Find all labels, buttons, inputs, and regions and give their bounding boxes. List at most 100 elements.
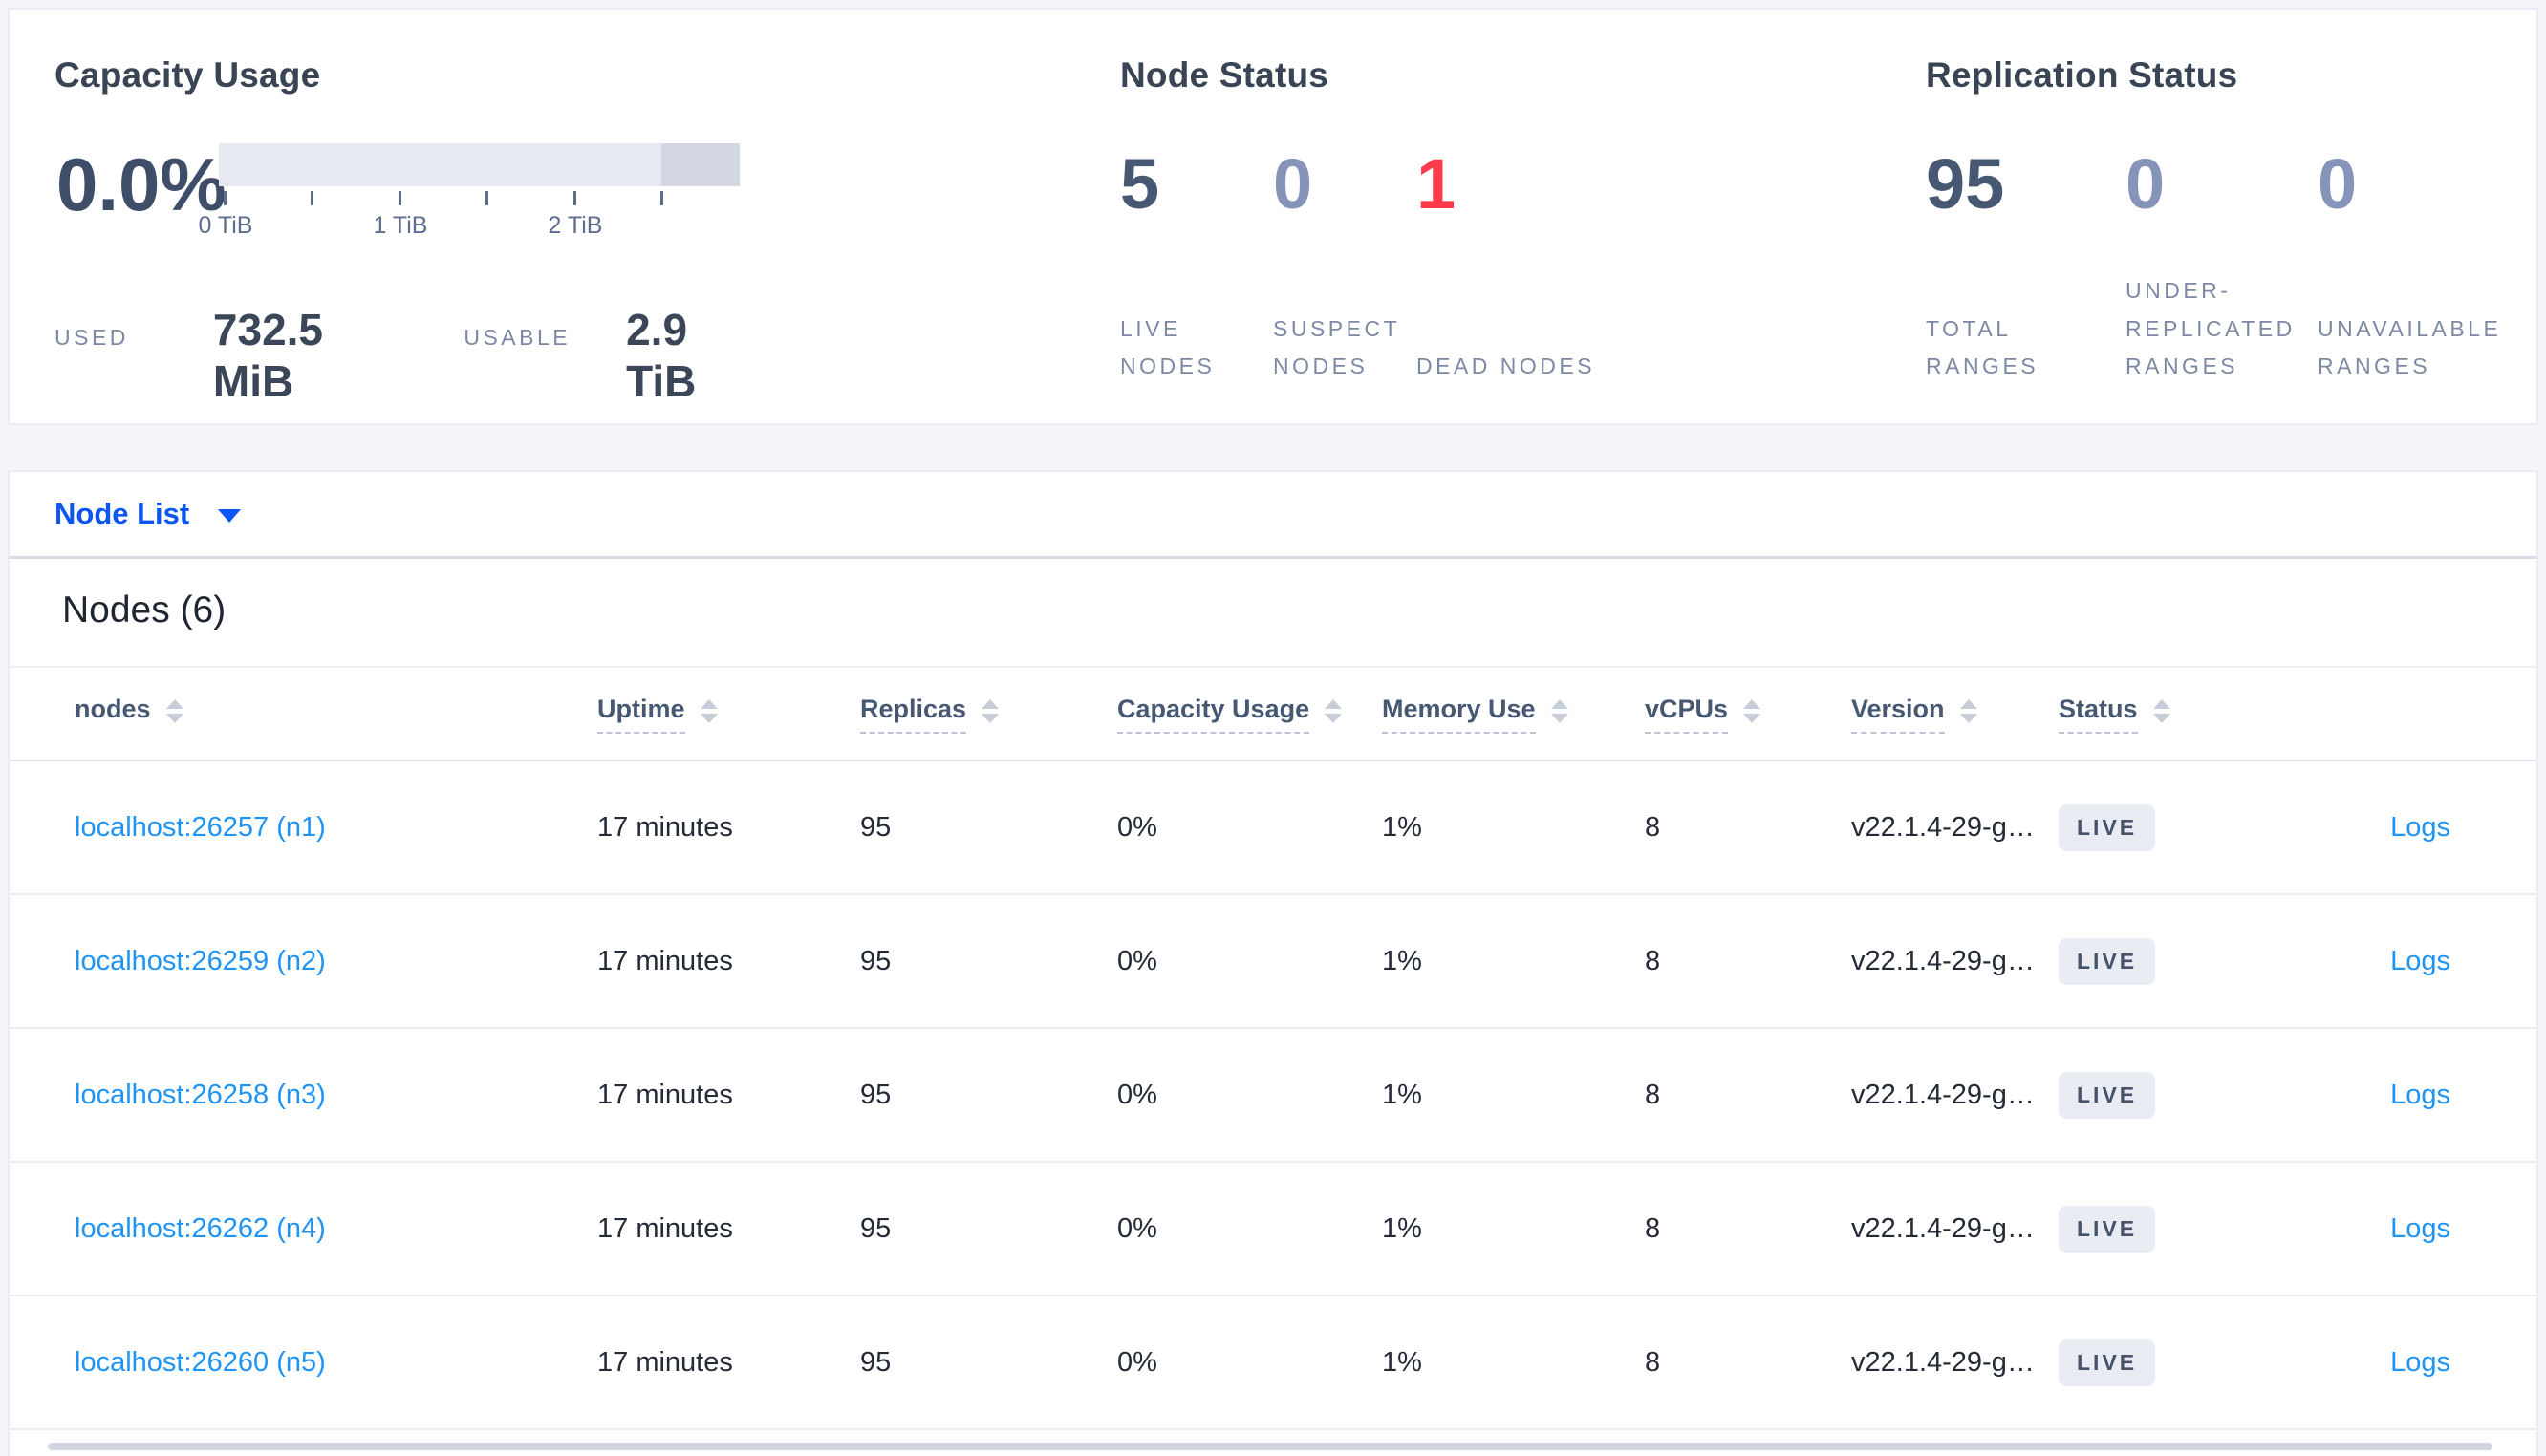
uptime-cell: 17 minutes	[597, 945, 733, 976]
status-badge: LIVE	[2059, 1338, 2156, 1386]
view-selector-bar: Node List	[8, 470, 2538, 559]
node-link[interactable]: localhost:26262 (n4)	[75, 1213, 326, 1244]
status-badge: LIVE	[2059, 937, 2156, 985]
used-label: USED	[54, 325, 129, 350]
node-link[interactable]: localhost:26260 (n5)	[75, 1347, 326, 1378]
logs-link[interactable]: Logs	[2390, 946, 2450, 976]
capacity-usage-section: Capacity Usage 0.0% 0 TiB 1 TiB 2 TiB US…	[54, 55, 819, 407]
capacity-usage-cell: 0%	[1117, 1212, 1157, 1244]
horizontal-scrollbar[interactable]	[48, 1443, 2492, 1450]
sort-icon	[165, 698, 183, 723]
total-ranges-value: 95	[1926, 144, 2005, 224]
nodes-title: Nodes (6)	[62, 589, 227, 631]
axis-tick	[573, 191, 576, 205]
capacity-gauge: 0.0% 0 TiB 1 TiB 2 TiB	[54, 143, 819, 243]
used-value: 732.5 MiB	[212, 305, 324, 406]
capacity-percent: 0.0%	[56, 142, 227, 226]
node-link[interactable]: localhost:26259 (n2)	[75, 946, 326, 976]
axis-label: 1 TiB	[373, 212, 428, 239]
sort-icon	[1743, 698, 1761, 723]
replicas-cell: 95	[860, 811, 892, 843]
column-header-nodes[interactable]: nodes	[75, 695, 597, 734]
vcpus-cell: 8	[1645, 811, 1661, 843]
sort-icon	[2152, 698, 2170, 723]
unavailable-ranges-value: 0	[2318, 144, 2358, 224]
column-header-uptime[interactable]: Uptime	[597, 695, 860, 734]
capacity-usage-title: Capacity Usage	[54, 55, 321, 95]
cluster-overview-page: Capacity Usage 0.0% 0 TiB 1 TiB 2 TiB US…	[0, 0, 2546, 1456]
column-header-memory-use[interactable]: Memory Use	[1382, 695, 1645, 734]
live-nodes-label: LIVE NODES	[1120, 315, 1216, 379]
column-header-replicas[interactable]: Replicas	[860, 695, 1117, 734]
axis-tick	[660, 191, 663, 205]
table-row: localhost:26258 (n3) 17 minutes 95 0% 1%…	[10, 1029, 2536, 1163]
node-status-section: Node Status 5 LIVE NODES 0 SUSPECT NODES…	[1120, 55, 1808, 386]
usable-value: 2.9 TiB	[626, 305, 697, 406]
vcpus-cell: 8	[1645, 1346, 1661, 1378]
axis-label: 2 TiB	[548, 212, 603, 239]
logs-link[interactable]: Logs	[2390, 1213, 2450, 1244]
under-replicated-ranges-label: UNDER-REPLICATED RANGES	[2125, 278, 2296, 379]
node-status-stats: 5 LIVE NODES 0 SUSPECT NODES 1 DEAD NODE…	[1120, 145, 1808, 386]
sort-icon	[1325, 698, 1343, 723]
unavailable-ranges-label: UNAVAILABLE RANGES	[2318, 315, 2502, 379]
axis-tick	[224, 191, 227, 205]
node-link[interactable]: localhost:26257 (n1)	[75, 812, 326, 843]
node-list-dropdown[interactable]: Node List	[54, 497, 242, 531]
capacity-usage-cell: 0%	[1117, 945, 1157, 976]
memory-use-cell: 1%	[1382, 1346, 1422, 1378]
logs-link[interactable]: Logs	[2390, 1347, 2450, 1378]
capacity-usage-cell: 0%	[1117, 811, 1157, 843]
column-header-vcpus[interactable]: vCPUs	[1645, 695, 1851, 734]
table-row: localhost:26259 (n2) 17 minutes 95 0% 1%…	[10, 895, 2536, 1029]
nodes-table-body: localhost:26257 (n1) 17 minutes 95 0% 1%…	[10, 761, 2536, 1430]
version-cell: v22.1.4-29-g…	[1851, 1079, 2035, 1110]
table-row: localhost:26257 (n1) 17 minutes 95 0% 1%…	[10, 761, 2536, 895]
capacity-bar-chart: 0 TiB 1 TiB 2 TiB	[199, 143, 740, 243]
nodes-table-panel: Nodes (6) nodes Uptime Replicas Capacity…	[8, 559, 2538, 1456]
axis-tick	[311, 191, 313, 205]
replication-status-stats: 95 TOTAL RANGES 0 UNDER-REPLICATED RANGE…	[1926, 145, 2537, 386]
status-badge: LIVE	[2059, 803, 2156, 851]
capacity-axis-labels: 0 TiB 1 TiB 2 TiB	[199, 212, 740, 243]
capacity-axis-ticks	[219, 189, 740, 206]
version-cell: v22.1.4-29-g…	[1851, 1346, 2035, 1378]
column-header-status[interactable]: Status	[2059, 695, 2294, 734]
status-badge: LIVE	[2059, 1205, 2156, 1253]
usable-label: USABLE	[464, 325, 572, 350]
under-replicated-ranges-value: 0	[2125, 144, 2166, 224]
node-list-dropdown-label: Node List	[54, 497, 190, 530]
suspect-nodes-stat: 0 SUSPECT NODES	[1273, 145, 1416, 386]
suspect-nodes-value: 0	[1273, 144, 1313, 224]
memory-use-cell: 1%	[1382, 945, 1422, 976]
vcpus-cell: 8	[1645, 1079, 1661, 1110]
unavailable-ranges-stat: 0 UNAVAILABLE RANGES	[2318, 145, 2537, 386]
table-row: localhost:26262 (n4) 17 minutes 95 0% 1%…	[10, 1163, 2536, 1296]
memory-use-cell: 1%	[1382, 1212, 1422, 1244]
replicas-cell: 95	[860, 945, 892, 976]
node-link[interactable]: localhost:26258 (n3)	[75, 1080, 326, 1110]
suspect-nodes-label: SUSPECT NODES	[1273, 315, 1400, 379]
column-header-version[interactable]: Version	[1851, 695, 2059, 734]
axis-tick	[485, 191, 488, 205]
capacity-usage-cell: 0%	[1117, 1346, 1157, 1378]
uptime-cell: 17 minutes	[597, 811, 733, 843]
replication-status-section: Replication Status 95 TOTAL RANGES 0 UND…	[1926, 55, 2537, 386]
replicas-cell: 95	[860, 1079, 892, 1110]
nodes-table-header: nodes Uptime Replicas Capacity Usage Mem…	[10, 666, 2536, 761]
column-header-capacity-usage[interactable]: Capacity Usage	[1117, 695, 1382, 734]
vcpus-cell: 8	[1645, 1212, 1661, 1244]
cluster-summary-panel: Capacity Usage 0.0% 0 TiB 1 TiB 2 TiB US…	[8, 8, 2538, 425]
table-row: localhost:26260 (n5) 17 minutes 95 0% 1%…	[10, 1296, 2536, 1430]
node-status-title: Node Status	[1120, 55, 1329, 95]
live-nodes-stat: 5 LIVE NODES	[1120, 145, 1273, 386]
dead-nodes-label: DEAD NODES	[1416, 353, 1596, 379]
logs-link[interactable]: Logs	[2390, 812, 2450, 843]
dead-nodes-stat: 1 DEAD NODES	[1416, 145, 1627, 386]
uptime-cell: 17 minutes	[597, 1346, 733, 1378]
sort-icon	[1550, 698, 1568, 723]
axis-label: 0 TiB	[198, 212, 253, 239]
live-nodes-value: 5	[1120, 144, 1160, 224]
replication-status-title: Replication Status	[1926, 55, 2238, 95]
logs-link[interactable]: Logs	[2390, 1080, 2450, 1110]
